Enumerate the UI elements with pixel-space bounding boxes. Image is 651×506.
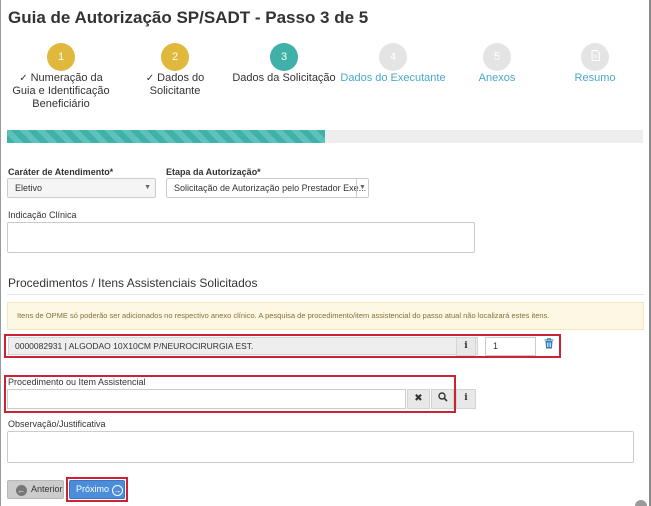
- wizard-step-4[interactable]: 4 Dados do Executante: [339, 43, 447, 85]
- observacao-textarea[interactable]: [7, 431, 634, 463]
- close-icon: ✖: [414, 393, 423, 404]
- carater-label: Caráter de Atendimento*: [8, 167, 114, 177]
- opme-warning-alert: Itens de OPME só poderão ser adicionados…: [7, 302, 644, 330]
- etapa-value: Solicitação de Autorização pelo Prestado…: [174, 183, 367, 193]
- step-label: Resumo: [574, 72, 616, 84]
- procedure-item-description: 0000082931 | ALGODAO 10X10CM P/NEUROCIRU…: [8, 337, 478, 355]
- wizard-step-summary[interactable]: Resumo: [541, 43, 649, 85]
- search-info-button[interactable]: i: [456, 389, 476, 409]
- observacao-label: Observação/Justificativa: [8, 419, 106, 429]
- step-label: Anexos: [478, 72, 516, 84]
- trash-icon[interactable]: [541, 338, 557, 354]
- step-label: Dados da Solicitação: [232, 72, 336, 84]
- wizard-step-3[interactable]: 3 Dados da Solicitação: [230, 43, 338, 85]
- step-number-badge: 2: [161, 43, 189, 71]
- clear-button[interactable]: ✖: [407, 389, 430, 409]
- search-button[interactable]: [431, 389, 454, 409]
- next-button[interactable]: Próximo →: [69, 480, 125, 499]
- procedures-section-title: Procedimentos / Itens Assistenciais Soli…: [8, 276, 258, 290]
- check-icon: ✓: [145, 73, 155, 84]
- wizard-step-1[interactable]: 1 ✓ Numeração da Guia e Identificação Ben…: [7, 43, 115, 111]
- etapa-select[interactable]: Solicitação de Autorização pelo Prestado…: [166, 178, 369, 198]
- section-divider: [7, 294, 644, 295]
- item-info-button[interactable]: i: [456, 337, 476, 356]
- indicacao-textarea[interactable]: [7, 222, 475, 253]
- window-border-left: [0, 0, 1, 506]
- wizard-step-5[interactable]: 5 Anexos: [443, 43, 551, 85]
- scroll-corner-indicator: [635, 500, 647, 506]
- carater-value: Eletivo: [15, 183, 43, 193]
- previous-label: Anterior: [31, 484, 63, 494]
- step-label: Dados do Executante: [340, 72, 446, 84]
- chevron-down-icon: ▼: [144, 184, 151, 191]
- step-number-badge: 4: [379, 43, 407, 71]
- progress-fill: [7, 130, 325, 143]
- search-icon: [437, 392, 448, 402]
- step-label: Dados do Solicitante: [149, 72, 205, 97]
- procedure-search-label: Procedimento ou Item Assistencial: [8, 377, 146, 387]
- next-label: Próximo: [76, 484, 110, 494]
- etapa-label: Etapa da Autorização*: [166, 167, 261, 177]
- previous-button[interactable]: ← Anterior: [7, 480, 64, 499]
- document-icon: [581, 43, 609, 71]
- carater-select[interactable]: Eletivo ▼: [7, 178, 156, 198]
- chevron-down-icon: ▼: [356, 179, 368, 197]
- step-number-badge: 1: [47, 43, 75, 71]
- step-number-badge: 5: [483, 43, 511, 71]
- arrow-right-icon: →: [112, 485, 124, 496]
- item-quantity-input[interactable]: 1: [485, 337, 536, 356]
- arrow-left-icon: ←: [16, 485, 27, 496]
- check-icon: ✓: [19, 73, 28, 84]
- indicacao-label: Indicação Clínica: [8, 210, 77, 220]
- procedure-search-input[interactable]: [7, 389, 406, 409]
- page-title: Guia de Autorização SP/SADT - Passo 3 de…: [8, 8, 369, 27]
- wizard-progress-bar: [7, 130, 643, 143]
- step-number-badge: 3: [270, 43, 298, 71]
- wizard-step-2[interactable]: 2 ✓ Dados do Solicitante: [121, 43, 229, 98]
